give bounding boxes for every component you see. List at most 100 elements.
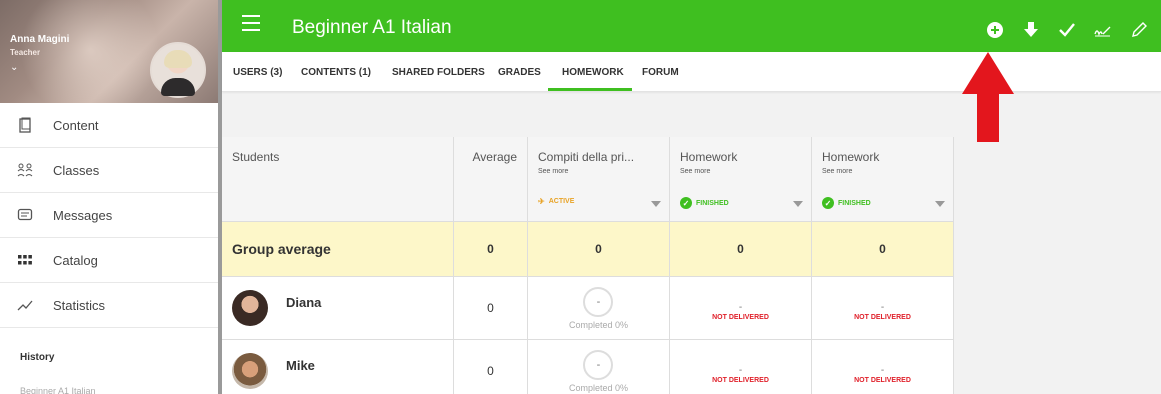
active-status-icon: ✈: [538, 197, 545, 206]
student-avatar: [232, 353, 268, 389]
group-average-label: Group average: [222, 222, 454, 277]
group-average-homework: 0: [670, 222, 812, 277]
profile-name: Anna Magini: [10, 34, 70, 45]
homework-column-header: Compiti della pri... See more ✈ ACTIVE: [528, 137, 670, 222]
see-more-link[interactable]: See more: [822, 168, 852, 175]
profile-header[interactable]: Anna Magini Teacher ⌄: [0, 0, 218, 103]
annotation-arrow-icon: [962, 52, 1014, 142]
grade-value: -: [738, 301, 743, 313]
not-delivered-label: NOT DELIVERED: [712, 313, 769, 321]
sidebar-item-label: Messages: [53, 207, 113, 223]
page-title: Beginner A1 Italian: [292, 17, 452, 38]
history-item[interactable]: Beginner A1 Italian: [20, 386, 96, 394]
student-average: 0: [454, 340, 528, 394]
sidebar-item-label: Catalog: [53, 252, 98, 268]
average-header-label: Average: [472, 150, 517, 164]
homework-result-cell[interactable]: - NOT DELIVERED: [812, 277, 954, 340]
completed-label: Completed 0%: [568, 319, 629, 330]
sidebar-item-label: Statistics: [53, 297, 106, 313]
homework-progress-cell[interactable]: - Completed 0%: [528, 277, 670, 340]
tab-grades[interactable]: GRADES: [498, 67, 541, 78]
delivery-status: - NOT DELIVERED: [712, 302, 769, 321]
grade-value: -: [880, 364, 885, 376]
dropdown-arrow-icon[interactable]: [793, 201, 803, 207]
status-label: FINISHED: [696, 199, 729, 207]
homework-result-cell[interactable]: - NOT DELIVERED: [670, 340, 812, 394]
check-icon[interactable]: [1057, 20, 1077, 40]
student-cell[interactable]: Mike: [222, 340, 454, 394]
group-average-row: Group average 0 0 0 0: [222, 222, 954, 277]
students-column-header: Students: [222, 137, 454, 222]
sidebar-item-catalog[interactable]: Catalog: [0, 238, 218, 283]
homework-result-cell[interactable]: - NOT DELIVERED: [670, 277, 812, 340]
messages-icon: [17, 207, 33, 223]
sidebar: Anna Magini Teacher ⌄ Content Classes Me…: [0, 0, 222, 394]
sidebar-item-classes[interactable]: Classes: [0, 148, 218, 193]
content-icon: [17, 117, 33, 133]
see-more-link[interactable]: See more: [538, 168, 568, 175]
edit-icon[interactable]: [1129, 20, 1149, 40]
statistics-icon: [17, 297, 33, 313]
profile-background: [20, 0, 160, 103]
profile-chevron-down-icon[interactable]: ⌄: [10, 62, 18, 73]
tab-users[interactable]: USERS (3): [233, 67, 282, 78]
progress-circle: - Completed 0%: [569, 349, 628, 393]
sidebar-item-content[interactable]: Content: [0, 103, 218, 148]
catalog-icon: [17, 252, 33, 268]
dropdown-arrow-icon[interactable]: [651, 201, 661, 207]
not-delivered-label: NOT DELIVERED: [712, 376, 769, 384]
active-tab-indicator: [548, 88, 632, 91]
student-avatar: [232, 290, 268, 326]
grade-value: -: [738, 364, 743, 376]
table-row: Mike 0 - Completed 0% - NOT DELIVERED - …: [222, 340, 954, 394]
status-badge: ✈ ACTIVE: [538, 197, 574, 206]
status-badge: ✓ FINISHED: [822, 197, 871, 209]
classes-icon: [17, 162, 33, 178]
homework-result-cell[interactable]: - NOT DELIVERED: [812, 340, 954, 394]
see-more-link[interactable]: See more: [680, 168, 710, 175]
table-header-row: Students Average Compiti della pri... Se…: [222, 137, 954, 222]
not-delivered-label: NOT DELIVERED: [854, 313, 911, 321]
delivery-status: - NOT DELIVERED: [854, 302, 911, 321]
student-average: 0: [454, 277, 528, 340]
add-icon[interactable]: [985, 20, 1005, 40]
homework-column-header: Homework See more ✓ FINISHED: [670, 137, 812, 222]
tab-shared-folders[interactable]: SHARED FOLDERS: [392, 67, 485, 78]
homework-title: Homework: [822, 150, 880, 164]
signature-icon[interactable]: [1093, 20, 1113, 40]
delivery-status: - NOT DELIVERED: [712, 365, 769, 384]
sidebar-item-statistics[interactable]: Statistics: [0, 283, 218, 328]
status-badge: ✓ FINISHED: [680, 197, 729, 209]
homework-column-header: Homework See more ✓ FINISHED: [812, 137, 954, 222]
dropdown-arrow-icon[interactable]: [935, 201, 945, 207]
sidebar-item-messages[interactable]: Messages: [0, 193, 218, 238]
homework-progress-cell[interactable]: - Completed 0%: [528, 340, 670, 394]
grade-value: -: [880, 301, 885, 313]
homework-title: Homework: [680, 150, 738, 164]
not-delivered-label: NOT DELIVERED: [854, 376, 911, 384]
progress-ring: -: [583, 286, 614, 317]
progress-ring: -: [583, 349, 614, 380]
group-average-value: 0: [454, 222, 528, 277]
status-label: FINISHED: [838, 199, 871, 207]
sidebar-item-label: Classes: [53, 162, 100, 178]
sidebar-item-label: Content: [53, 117, 99, 133]
group-average-homework: 0: [528, 222, 670, 277]
student-name: Mike: [286, 357, 315, 373]
tab-bar: USERS (3) CONTENTS (1) SHARED FOLDERS GR…: [222, 52, 1161, 92]
finished-check-icon: ✓: [680, 197, 692, 209]
tab-forum[interactable]: FORUM: [642, 67, 679, 78]
tab-contents[interactable]: CONTENTS (1): [301, 67, 371, 78]
hamburger-menu-icon[interactable]: [242, 15, 260, 31]
students-header-label: Students: [232, 150, 280, 164]
student-name: Diana: [286, 294, 322, 310]
profile-role: Teacher: [10, 48, 41, 57]
homework-table: Students Average Compiti della pri... Se…: [222, 137, 954, 394]
progress-circle: - Completed 0%: [568, 286, 629, 330]
history-heading: History: [20, 352, 55, 363]
student-cell[interactable]: Diana: [222, 277, 454, 340]
tab-homework[interactable]: HOMEWORK: [562, 67, 624, 78]
status-label: ACTIVE: [548, 198, 575, 205]
download-icon[interactable]: [1021, 20, 1041, 40]
profile-avatar[interactable]: [150, 42, 206, 98]
